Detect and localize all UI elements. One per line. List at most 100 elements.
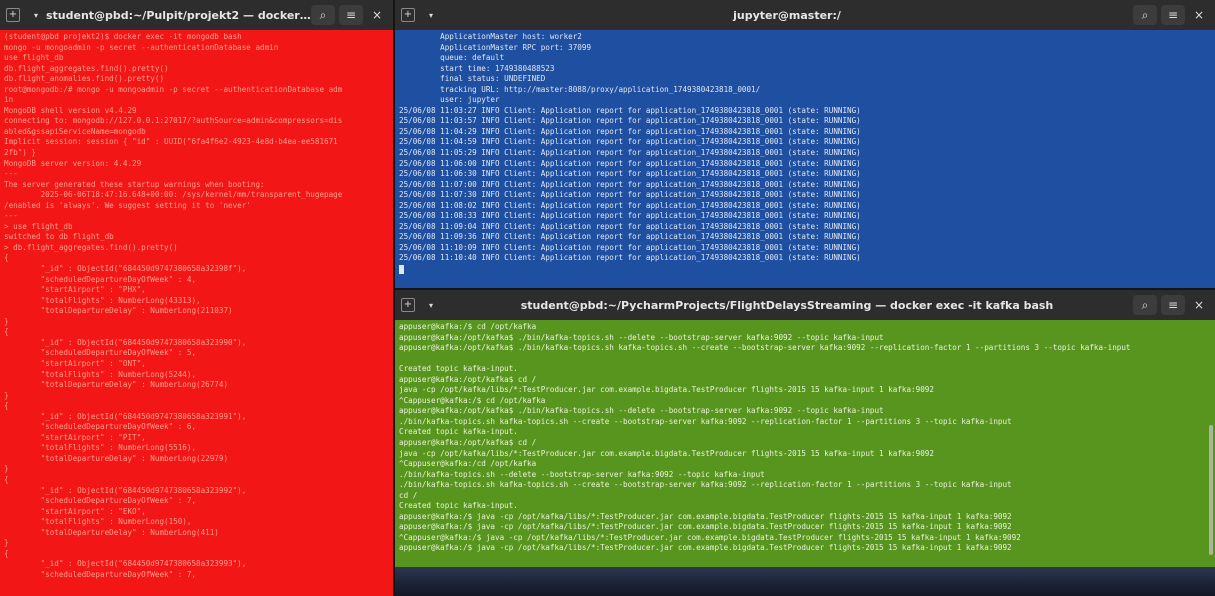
terminal-line: ^Cappuser@kafka:/cd /opt/kafka: [399, 459, 537, 469]
terminal-line: "_id" : ObjectId("684450d9747380658a3239…: [4, 411, 247, 421]
terminal-line: appuser@kafka:/opt/kafka$ ./bin/kafka-to…: [399, 332, 884, 342]
chevron-down-icon[interactable]: ▾: [26, 5, 46, 25]
terminal-line: Created topic kafka-input.: [399, 501, 518, 511]
hamburger-menu-icon[interactable]: ≡: [1161, 295, 1185, 315]
terminal-line: queue: default: [399, 53, 505, 63]
new-tab-icon[interactable]: +: [6, 8, 20, 22]
terminal-line: 2fb") }: [4, 148, 37, 158]
terminal-line: 25/06/08 11:06:00 INFO Client: Applicati…: [399, 158, 861, 168]
terminal-line: ./bin/kafka-topics.sh kafka-topics.sh --…: [399, 480, 1012, 490]
terminal-line: cd /: [399, 490, 418, 500]
terminal-line: "totalDepartureDelay" : NumberLong(411): [4, 527, 219, 537]
terminal-line: final status: UNDEFINED: [399, 74, 546, 84]
terminal-line: appuser@kafka:/$ java -cp /opt/kafka/lib…: [399, 543, 1012, 553]
window-title: student@pbd:~/Pulpit/projekt2 — docker e…: [46, 8, 311, 22]
terminal-line: 2025-06-06T18:47:16.648+00:00: /sys/kern…: [4, 190, 343, 200]
mongo-terminal-output[interactable]: (student@pbd projekt2)$ docker exec -it …: [0, 30, 393, 596]
new-tab-icon[interactable]: +: [401, 8, 415, 22]
terminal-line: appuser@kafka:/opt/kafka$ ./bin/kafka-to…: [399, 406, 884, 416]
terminal-line: 25/06/08 11:08:02 INFO Client: Applicati…: [399, 200, 861, 210]
terminal-line: abled&gssapiServiceName=mongodb: [4, 126, 146, 136]
terminal-line: "startAirport" : "ONT",: [4, 358, 146, 368]
terminal-line: user: jupyter: [399, 95, 500, 105]
terminal-line: {: [4, 327, 9, 337]
mongo-terminal-window[interactable]: + ▾ student@pbd:~/Pulpit/projekt2 — dock…: [0, 0, 393, 596]
terminal-line: /enabled is 'always'. We suggest setting…: [4, 200, 251, 210]
terminal-line: root@mongodb:/# mongo -u mongoadmin -p s…: [4, 84, 343, 94]
terminal-line: java -cp /opt/kafka/libs/*:TestProducer.…: [399, 385, 934, 395]
hamburger-menu-icon[interactable]: ≡: [339, 5, 363, 25]
terminal-line: appuser@kafka:/opt/kafka$ cd /: [399, 374, 537, 384]
terminal-line: appuser@kafka:/opt/kafka$ cd /: [399, 438, 537, 448]
jupyter-titlebar[interactable]: + ▾ jupyter@master:/ ⌕ ≡ ×: [395, 0, 1215, 30]
chevron-down-icon[interactable]: ▾: [421, 295, 441, 315]
terminal-line: {: [4, 253, 9, 263]
terminal-line: ---: [4, 169, 18, 179]
terminal-line: }: [4, 390, 9, 400]
terminal-line: 25/06/08 11:07:00 INFO Client: Applicati…: [399, 179, 861, 189]
terminal-line: appuser@kafka:/$ java -cp /opt/kafka/lib…: [399, 522, 1012, 532]
terminal-line: db.flight_anomalies.find().pretty(): [4, 74, 165, 84]
close-icon[interactable]: ×: [1189, 5, 1209, 25]
terminal-line: "totalFlights" : NumberLong(43313),: [4, 295, 201, 305]
hamburger-menu-icon[interactable]: ≡: [1161, 5, 1185, 25]
terminal-line: ^Cappuser@kafka:/$ cd /opt/kafka: [399, 395, 546, 405]
terminal-line: 25/06/08 11:05:29 INFO Client: Applicati…: [399, 148, 861, 158]
mongo-titlebar[interactable]: + ▾ student@pbd:~/Pulpit/projekt2 — dock…: [0, 0, 393, 30]
terminal-line: Created topic kafka-input.: [399, 427, 518, 437]
terminal-line: }: [4, 464, 9, 474]
terminal-line: "_id" : ObjectId("684450d9747380658a3239…: [4, 485, 247, 495]
terminal-line: 25/06/08 11:06:30 INFO Client: Applicati…: [399, 169, 861, 179]
close-icon[interactable]: ×: [367, 5, 387, 25]
terminal-line: switched to db flight_db: [4, 232, 114, 242]
new-tab-icon[interactable]: +: [401, 298, 415, 312]
search-icon[interactable]: ⌕: [1133, 295, 1157, 315]
search-icon[interactable]: ⌕: [311, 5, 335, 25]
terminal-line: 25/06/08 11:03:27 INFO Client: Applicati…: [399, 105, 861, 115]
terminal-line: > use flight_db: [4, 221, 73, 231]
terminal-line: 25/06/08 11:10:09 INFO Client: Applicati…: [399, 242, 861, 252]
terminal-line: MongoDB shell version v4.4.29: [4, 105, 137, 115]
terminal-line: "scheduledDepartureDayOfWeek" : 7,: [4, 496, 197, 506]
terminal-line: 25/06/08 11:04:29 INFO Client: Applicati…: [399, 126, 861, 136]
terminal-line: java -cp /opt/kafka/libs/*:TestProducer.…: [399, 448, 934, 458]
terminal-line: "startAirport" : "EKO",: [4, 506, 146, 516]
terminal-line: "scheduledDepartureDayOfWeek" : 6,: [4, 422, 197, 432]
terminal-line: "startAirport" : "PHX",: [4, 285, 146, 295]
kafka-titlebar[interactable]: + ▾ student@pbd:~/PycharmProjects/Flight…: [395, 290, 1215, 320]
terminal-line: connecting to: mongodb://127.0.0.1:27017…: [4, 116, 343, 126]
desktop-background: [395, 567, 1215, 596]
terminal-line: MongoDB server version: 4.4.29: [4, 158, 142, 168]
terminal-line: appuser@kafka:/$ cd /opt/kafka: [399, 322, 537, 331]
close-icon[interactable]: ×: [1189, 295, 1209, 315]
terminal-line: "totalFlights" : NumberLong(150),: [4, 517, 192, 527]
terminal-line: "_id" : ObjectId("684450d9747380658a3239…: [4, 559, 247, 569]
terminal-line: 25/06/08 11:04:59 INFO Client: Applicati…: [399, 137, 861, 147]
terminal-line: (student@pbd projekt2)$ docker exec -it …: [4, 32, 242, 41]
terminal-line: appuser@kafka:/$ java -cp /opt/kafka/lib…: [399, 511, 1012, 521]
terminal-line: in: [4, 95, 14, 105]
search-icon[interactable]: ⌕: [1133, 5, 1157, 25]
kafka-scrollbar[interactable]: [1209, 425, 1213, 555]
terminal-line: Implicit session: session { "id" : UUID(…: [4, 137, 338, 147]
chevron-down-icon[interactable]: ▾: [421, 5, 441, 25]
terminal-line: mongo -u mongoadmin -p secret --authenti…: [4, 42, 279, 52]
terminal-line: ApplicationMaster RPC port: 37099: [399, 42, 592, 52]
terminal-line: "totalDepartureDelay" : NumberLong(21103…: [4, 306, 233, 316]
kafka-terminal-output[interactable]: appuser@kafka:/$ cd /opt/kafka appuser@ka…: [395, 320, 1215, 567]
terminal-cursor-line: [399, 264, 1211, 275]
terminal-line: ---: [4, 211, 18, 221]
terminal-line: "_id" : ObjectId("684450d9747380658a3239…: [4, 264, 247, 274]
terminal-line: "totalFlights" : NumberLong(5516),: [4, 443, 197, 453]
terminal-line: }: [4, 538, 9, 548]
terminal-line: ./bin/kafka-topics.sh --delete --bootstr…: [399, 469, 765, 479]
terminal-line: > db.flight_aggregates.find().pretty(): [4, 242, 178, 252]
terminal-line: 25/06/08 11:08:33 INFO Client: Applicati…: [399, 211, 861, 221]
kafka-terminal-window[interactable]: + ▾ student@pbd:~/PycharmProjects/Flight…: [395, 288, 1215, 567]
terminal-line: "_id" : ObjectId("684450d9747380658a3239…: [4, 337, 247, 347]
terminal-line: {: [4, 474, 9, 484]
terminal-line: 25/06/08 11:03:57 INFO Client: Applicati…: [399, 116, 861, 126]
terminal-line: use flight_db: [4, 53, 64, 63]
jupyter-terminal-output[interactable]: ApplicationMaster host: worker2 Applicat…: [395, 30, 1215, 288]
jupyter-terminal-window[interactable]: + ▾ jupyter@master:/ ⌕ ≡ × ApplicationMa…: [395, 0, 1215, 288]
